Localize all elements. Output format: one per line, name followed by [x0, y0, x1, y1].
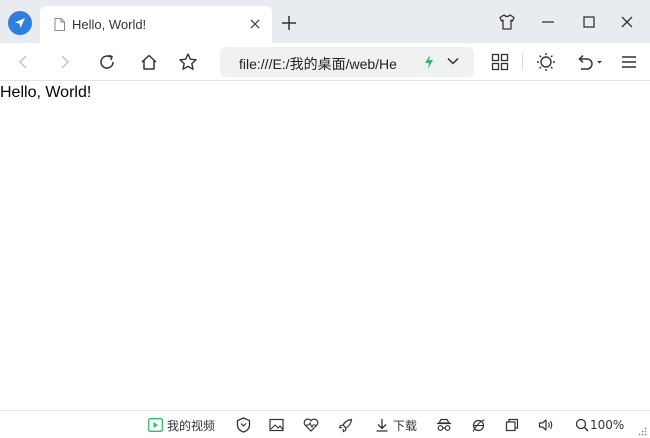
- incognito-icon[interactable]: [436, 417, 452, 433]
- skin-shirt-icon[interactable]: [498, 13, 516, 31]
- rocket-icon[interactable]: [338, 417, 353, 433]
- tab-close-icon[interactable]: [248, 17, 262, 31]
- status-bar: 我的视频 下载 100%: [0, 410, 650, 438]
- resize-grip-icon[interactable]: [638, 426, 647, 436]
- maximize-icon[interactable]: [580, 13, 598, 31]
- download-arrow-icon: [375, 418, 389, 432]
- brightness-sun-icon[interactable]: [536, 52, 556, 72]
- image-icon[interactable]: [269, 417, 284, 433]
- minimize-icon[interactable]: [539, 13, 557, 31]
- shield-icon[interactable]: [236, 417, 251, 433]
- ie-compat-icon[interactable]: [471, 417, 486, 433]
- document-icon: [54, 18, 65, 31]
- tab-active[interactable]: Hello, World!: [40, 6, 272, 43]
- address-bar[interactable]: file:///E:/我的桌面/web/He: [220, 47, 474, 77]
- tab-title: Hello, World!: [72, 17, 147, 32]
- back-arrow-icon[interactable]: [13, 52, 33, 72]
- window-close-icon[interactable]: [618, 13, 636, 31]
- magnifier-icon: [575, 418, 589, 432]
- title-bar: Hello, World!: [0, 0, 650, 43]
- navigation-toolbar: file:///E:/我的桌面/web/He: [0, 43, 650, 81]
- download-label: 下载: [393, 418, 418, 433]
- forward-arrow-icon[interactable]: [55, 52, 75, 72]
- toolbar-divider: [522, 53, 523, 71]
- page-viewport: Hello, World!: [0, 82, 650, 410]
- health-heart-icon[interactable]: [303, 417, 319, 433]
- browser-logo-icon[interactable]: [8, 11, 32, 35]
- reload-icon[interactable]: [97, 52, 117, 72]
- undo-icon[interactable]: [574, 52, 604, 72]
- my-videos-button[interactable]: 我的视频: [148, 417, 215, 433]
- grid-apps-icon[interactable]: [490, 52, 510, 72]
- speaker-volume-icon[interactable]: [538, 417, 554, 433]
- speed-bolt-icon[interactable]: [424, 55, 434, 69]
- zoom-control[interactable]: 100%: [575, 417, 624, 433]
- menu-hamburger-icon[interactable]: [619, 52, 639, 72]
- download-button[interactable]: 下载: [375, 417, 417, 433]
- chevron-down-icon[interactable]: [446, 56, 460, 66]
- home-icon[interactable]: [139, 52, 159, 72]
- zoom-level: 100%: [590, 418, 625, 432]
- video-play-icon: [148, 418, 163, 432]
- bookmark-star-icon[interactable]: [178, 52, 198, 72]
- url-text[interactable]: file:///E:/我的桌面/web/He: [239, 54, 417, 74]
- my-videos-label: 我的视频: [167, 418, 216, 433]
- page-text: Hello, World!: [0, 84, 92, 101]
- window-restore-icon[interactable]: [505, 417, 519, 433]
- new-tab-button[interactable]: [280, 14, 298, 32]
